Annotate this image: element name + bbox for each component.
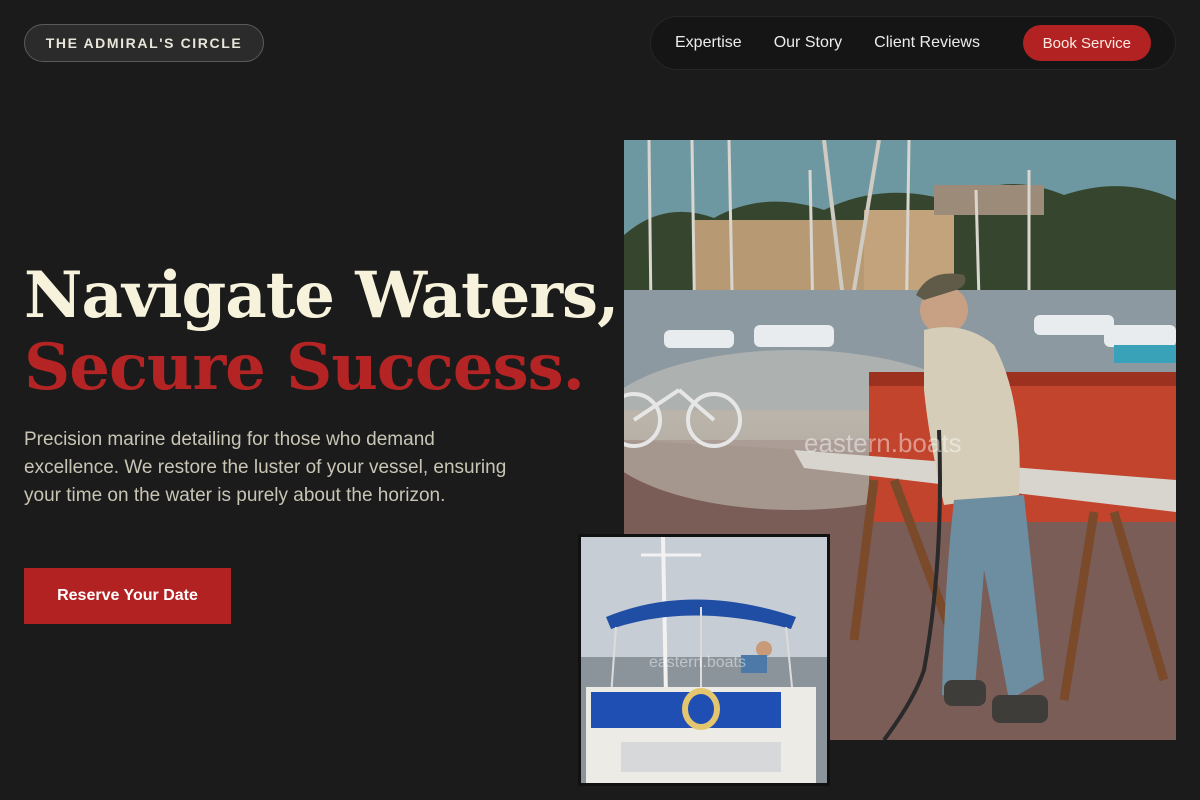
hero-headline: Navigate Waters, Secure Success. xyxy=(24,258,619,405)
main-photo-watermark: eastern.boats xyxy=(804,428,962,458)
nav-link-client-reviews[interactable]: Client Reviews xyxy=(874,34,980,52)
nav-link-expertise[interactable]: Expertise xyxy=(675,34,742,52)
inset-photo-boat: eastern.boats xyxy=(578,534,830,786)
reserve-date-button[interactable]: Reserve Your Date xyxy=(24,568,231,624)
hero-intro: Precision marine detailing for those who… xyxy=(24,429,507,506)
nav-link-our-story[interactable]: Our Story xyxy=(774,34,842,52)
top-nav: Expertise Our Story Client Reviews Book … xyxy=(650,16,1176,70)
book-service-button[interactable]: Book Service xyxy=(1022,25,1151,61)
brand-logo[interactable]: THE ADMIRAL'S CIRCLE xyxy=(24,24,264,62)
headline-line-2: Secure Success. xyxy=(24,330,585,405)
headline-line-1: Navigate Waters, xyxy=(24,258,619,333)
inset-photo-watermark: eastern.boats xyxy=(649,654,746,671)
